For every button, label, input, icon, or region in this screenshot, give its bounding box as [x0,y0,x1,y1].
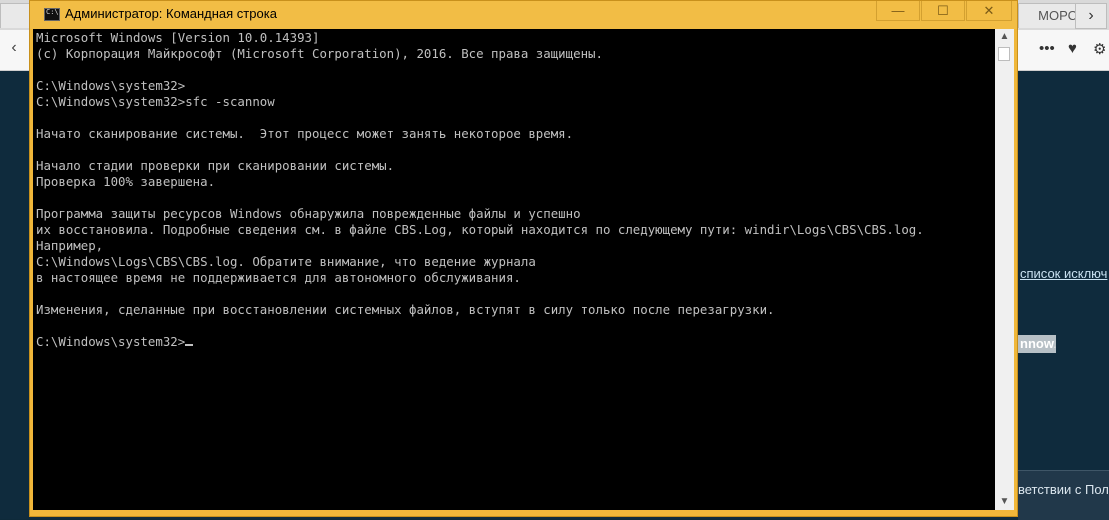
maximize-button[interactable]: ☐ [921,1,965,21]
cmd-app-icon [44,8,60,21]
console-line: Начато сканирование системы. Этот процес… [36,126,574,141]
chevron-left-icon: ‹ [11,39,17,56]
console-line: Программа защиты ресурсов Windows обнару… [36,206,581,221]
maximize-icon: ☐ [937,3,949,18]
close-icon: ✕ [983,3,995,18]
console-line: C:\Windows\system32> [36,334,194,350]
browser-tab[interactable]: МОРС [1018,3,1080,28]
console-line: Проверка 100% завершена. [36,174,216,189]
console-line: их восстановила. Подробные сведения см. … [36,222,924,237]
minimize-button[interactable]: — [876,1,920,21]
console-line: в настоящее время не поддерживается для … [36,270,521,285]
page-footer-text: ветствии с Пол [1018,482,1109,497]
browser-tab[interactable] [0,3,32,28]
console-line: Например, [36,238,104,253]
window-title: Администратор: Командная строка [65,6,277,21]
console-scrollbar[interactable]: ▲ ▼ [995,29,1014,510]
page-text: . [1053,336,1057,351]
extension-icon[interactable]: ⚙ [1093,40,1106,58]
back-button[interactable]: ‹ [0,33,28,63]
scroll-up-button[interactable]: ▲ [995,29,1014,45]
chevron-right-icon: › [1088,7,1094,24]
console-output[interactable]: Microsoft Windows [Version 10.0.14393] (c… [33,29,995,510]
browser-tab-label: МОРС [1038,8,1077,23]
text-cursor [185,344,194,346]
cmd-titlebar[interactable]: Администратор: Командная строка — ☐ ✕ [30,1,1017,29]
console-line: C:\Windows\system32> [36,78,186,93]
arrow-down-icon: ▼ [999,496,1010,507]
arrow-up-icon: ▲ [999,31,1010,42]
scroll-down-button[interactable]: ▼ [995,494,1014,510]
console-line: (c) Корпорация Майкрософт (Microsoft Cor… [36,46,603,61]
console-line: C:\Windows\system32>sfc -scannow [36,94,275,109]
page-link[interactable]: список исключ [1020,266,1107,281]
pocket-icon[interactable]: ♥ [1068,40,1077,57]
console-line: Microsoft Windows [Version 10.0.14393] [36,30,320,45]
console-line: Изменения, сделанные при восстановлении … [36,302,775,317]
console-line: C:\Windows\Logs\CBS\CBS.log. Обратите вн… [36,254,536,269]
console-line: Начало стадии проверки при сканировании … [36,158,395,173]
minimize-icon: — [891,3,905,18]
page-left-strip [0,71,30,519]
scrollbar-thumb[interactable] [998,47,1010,61]
more-icon[interactable]: ••• [1039,40,1055,57]
close-button[interactable]: ✕ [966,1,1012,21]
page-code-highlight: nnow [1018,335,1056,353]
cmd-window: Администратор: Командная строка — ☐ ✕ Mi… [29,0,1018,517]
tabs-scroll-right-button[interactable]: › [1075,3,1107,29]
